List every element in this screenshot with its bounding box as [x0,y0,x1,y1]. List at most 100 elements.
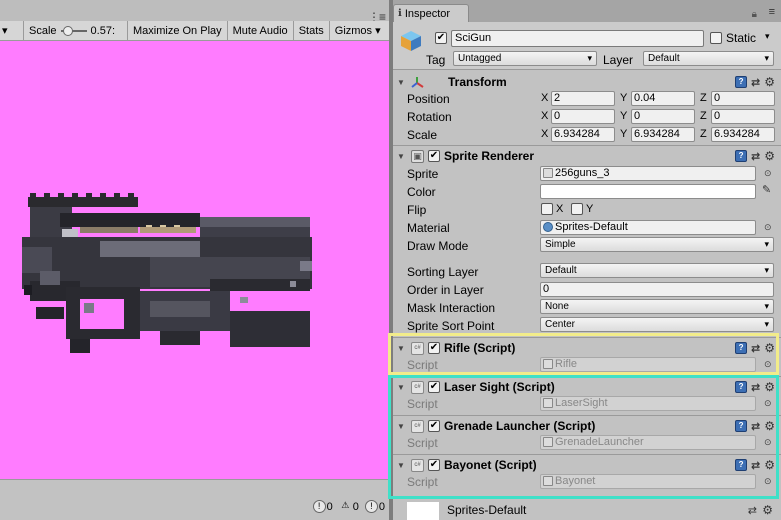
lock-icon[interactable]: 🔒︎ [752,9,757,20]
sprite-sort-point-dropdown[interactable]: Center [540,317,774,332]
material-label: Material [407,221,450,235]
fold-arrow-icon[interactable]: ▼ [397,461,407,470]
static-checkbox[interactable] [710,32,722,44]
panel-menu-icon[interactable]: ≡ [769,6,775,18]
info-count: 0 [326,500,333,513]
scale-x-field[interactable]: 6.934284 [551,127,615,142]
fold-arrow-icon[interactable]: ▼ [397,383,407,392]
info-count-toggle[interactable]: ! 0 [312,500,333,513]
scale-z-field[interactable]: 6.934284 [711,127,775,142]
fold-arrow-icon[interactable]: ▼ [397,152,407,161]
display-dropdown[interactable]: ▾ [0,20,24,41]
scale-label: Scale [29,24,57,37]
maximize-on-play-toggle[interactable]: Maximize On Play [128,20,228,41]
object-picker-icon[interactable]: ⊙ [764,476,772,487]
scale-slider-thumb[interactable] [62,25,73,36]
presets-icon[interactable]: ⇄ [751,459,760,472]
flip-y-label: Y [586,203,594,215]
rotation-y-field[interactable]: 0 [631,109,695,124]
help-book-icon[interactable]: ? [735,76,748,88]
grenade-launcher-script-header[interactable]: ▼ c# ✔ Grenade Launcher (Script)? ⇄ ⚙ [393,417,781,435]
static-dropdown-arrow[interactable]: ▾ [765,31,770,42]
help-book-icon[interactable]: ? [735,381,748,393]
error-count-toggle[interactable]: ! 0 [364,500,385,513]
material-field[interactable]: Sprites-Default [540,220,756,235]
laser-sight-enabled-checkbox[interactable]: ✔ [428,381,440,393]
gizmos-dropdown[interactable]: Gizmos ▾ [330,21,386,41]
presets-icon[interactable]: ⇄ [748,504,757,517]
position-x-field[interactable]: 2 [551,91,615,106]
scale-y-field[interactable]: 6.934284 [631,127,695,142]
gear-icon[interactable]: ⚙ [764,380,775,394]
object-picker-icon[interactable]: ⊙ [764,398,772,409]
script-asset-icon [543,437,553,447]
flip-y-checkbox[interactable] [571,203,583,215]
eyedropper-icon[interactable]: ✎ [762,183,771,196]
object-picker-icon[interactable]: ⊙ [764,168,772,179]
mute-audio-toggle[interactable]: Mute Audio [228,20,294,41]
object-picker-icon[interactable]: ⊙ [764,359,772,370]
order-in-layer-field[interactable]: 0 [540,282,774,297]
sorting-layer-dropdown[interactable]: Default [540,263,774,278]
fold-arrow-icon[interactable]: ▼ [397,78,407,87]
layer-dropdown[interactable]: Default [643,51,774,66]
grenade-launcher-title: Grenade Launcher (Script) [444,419,596,433]
gameobject-active-checkbox[interactable]: ✔ [435,32,447,44]
rifle-enabled-checkbox[interactable]: ✔ [428,342,440,354]
rifle-script-header[interactable]: ▼ c# ✔ Rifle (Script)? ⇄ ⚙ [393,339,781,357]
help-book-icon[interactable]: ? [735,420,748,432]
rifle-script-value: Rifle [555,358,578,370]
position-z-field[interactable]: 0 [711,91,775,106]
gear-icon[interactable]: ⚙ [764,75,775,89]
gear-icon[interactable]: ⚙ [762,503,773,517]
sprite-label: Sprite [407,167,439,181]
laser-sight-script-header[interactable]: ▼ c# ✔ Laser Sight (Script)? ⇄ ⚙ [393,378,781,396]
gear-icon[interactable]: ⚙ [764,341,775,355]
flip-x-checkbox[interactable] [541,203,553,215]
sprite-field[interactable]: 256guns_3 [540,166,756,181]
stats-toggle[interactable]: Stats [294,20,330,41]
scale-slider[interactable] [60,25,87,36]
help-book-icon[interactable]: ? [735,342,748,354]
presets-icon[interactable]: ⇄ [751,76,760,89]
bayonet-script-header[interactable]: ▼ c# ✔ Bayonet (Script)? ⇄ ⚙ [393,456,781,474]
transform-header[interactable]: ▼ Transform ? ⇄ ⚙ [393,73,781,91]
gear-icon[interactable]: ⚙ [764,419,775,433]
sprite-renderer-title: Sprite Renderer [444,149,535,163]
rotation-z-field[interactable]: 0 [711,109,775,124]
rotation-label: Rotation [407,110,452,124]
component-tools: ? ⇄ ⚙ [735,458,775,472]
gear-icon[interactable]: ⚙ [764,458,775,472]
csharp-script-icon: c# [411,419,424,433]
scale-slider-group: Scale 0.57: [24,20,128,41]
object-picker-icon[interactable]: ⊙ [764,222,772,233]
tab-inspector[interactable]: ℹ Inspector [393,4,469,22]
fold-arrow-icon[interactable]: ▼ [397,422,407,431]
position-y-field[interactable]: 0.04 [631,91,695,106]
mask-interaction-dropdown[interactable]: None [540,299,774,314]
help-book-icon[interactable]: ? [735,459,748,471]
presets-icon[interactable]: ⇄ [751,420,760,433]
tag-dropdown[interactable]: Untagged [453,51,597,66]
game-viewport[interactable] [0,41,389,479]
laser-sight-script-field: LaserSight [540,396,756,411]
help-book-icon[interactable]: ? [735,150,748,162]
grenade-launcher-script-label: Script [407,436,438,450]
presets-icon[interactable]: ⇄ [751,150,760,163]
gizmos-label: Gizmos [334,24,373,37]
gameobject-name-field[interactable]: SciGun [451,30,704,47]
bayonet-enabled-checkbox[interactable]: ✔ [428,459,440,471]
gear-icon[interactable]: ⚙ [764,149,775,163]
color-swatch[interactable] [540,184,756,199]
draw-mode-dropdown[interactable]: Simple [540,237,774,252]
presets-icon[interactable]: ⇄ [751,342,760,355]
object-picker-icon[interactable]: ⊙ [764,437,772,448]
sprite-renderer-header[interactable]: ▼ ▣ ✔ Sprite Renderer ? ⇄ ⚙ [393,147,781,165]
rotation-x-field[interactable]: 0 [551,109,615,124]
sorting-layer-label: Sorting Layer [407,265,479,279]
fold-arrow-icon[interactable]: ▼ [397,344,407,353]
grenade-launcher-enabled-checkbox[interactable]: ✔ [428,420,440,432]
presets-icon[interactable]: ⇄ [751,381,760,394]
sprite-renderer-enabled-checkbox[interactable]: ✔ [428,150,440,162]
warning-count-toggle[interactable]: ⚠ 0 [339,500,359,513]
